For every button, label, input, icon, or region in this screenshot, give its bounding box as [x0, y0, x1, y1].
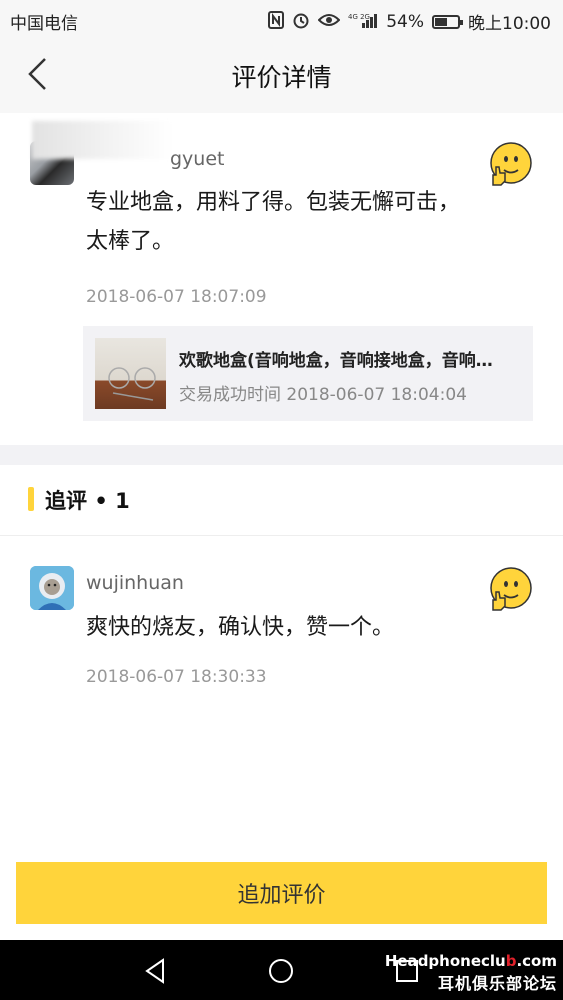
triangle-back-icon [145, 958, 164, 984]
status-icons: 4G 2G 54% 晚上10:00 [268, 9, 551, 34]
thumbs-up-emoji-icon [490, 142, 532, 186]
followup-review-card: wujinhuan 爽快的烧友，确认快，赞一个。 2018-06-07 18:3… [0, 536, 563, 836]
app-header: 评价详情 [0, 38, 563, 113]
watermark-site-mid: dphoneclu [417, 952, 506, 970]
product-card[interactable]: 欢歌地盒(音响地盒，音响接地盒，音响… 交易成功时间 2018-06-07 18… [83, 326, 533, 421]
username-mask [32, 121, 172, 159]
followup-text: 爽快的烧友，确认快，赞一个。 [86, 615, 395, 640]
status-bar: 中国电信 4G 2G 54% 晚上10:00 [0, 0, 563, 38]
watermark-site: Headphoneclub.com [385, 952, 557, 970]
username: gyuet [170, 148, 225, 170]
clock: 晚上10:00 [468, 14, 551, 34]
nfc-icon [268, 10, 285, 33]
review-card: gyuet 专业地盒，用料了得。包装无懈可击， 太棒了。 2018-06-07 … [0, 113, 563, 445]
trade-time: 交易成功时间 2018-06-07 18:04:04 [179, 385, 467, 405]
watermark: Headphoneclub.com 耳机俱乐部论坛 [385, 952, 557, 994]
circle-home-icon [269, 959, 293, 983]
battery-fill [435, 17, 447, 26]
followup-timestamp: 2018-06-07 18:30:33 [86, 667, 267, 687]
eye-icon [317, 12, 341, 32]
watermark-site-accent: b [505, 952, 517, 970]
add-review-button[interactable]: 追加评价 [16, 862, 547, 924]
alarm-icon [292, 11, 310, 33]
product-thumbnail [95, 338, 166, 409]
network-label: 4G 2G [348, 13, 370, 21]
avatar[interactable] [30, 566, 74, 610]
review-text-line: 专业地盒，用料了得。包装无懈可击， [86, 190, 461, 215]
system-back-button[interactable] [139, 954, 173, 988]
watermark-forum-name: 耳机俱乐部论坛 [437, 974, 557, 993]
followup-count: 1 [115, 489, 130, 513]
followup-section-header: 追评 • 1 [0, 465, 563, 536]
system-navigation-bar: Headphoneclub.com 耳机俱乐部论坛 [0, 940, 563, 1000]
review-timestamp: 2018-06-07 18:07:09 [86, 287, 267, 307]
page-title: 评价详情 [231, 63, 332, 92]
battery-icon [432, 14, 463, 29]
followup-label: 追评 [45, 489, 87, 513]
accent-bar [28, 487, 34, 511]
section-divider [0, 445, 563, 465]
followup-separator: • [94, 489, 108, 513]
followup-title: 追评 • 1 [45, 485, 130, 515]
watermark-site-pre: Hea [384, 952, 418, 970]
carrier-label: 中国电信 [10, 14, 78, 34]
signal-icon: 4G 2G [348, 11, 378, 33]
system-home-button[interactable] [264, 954, 298, 988]
review-text-line: 太棒了。 [86, 229, 175, 254]
watermark-site-post: .com [516, 952, 557, 970]
review-text: 专业地盒，用料了得。包装无懈可击， 太棒了。 [86, 183, 460, 261]
thumbs-up-emoji-icon [490, 567, 532, 611]
product-title: 欢歌地盒(音响地盒，音响接地盒，音响… [179, 351, 493, 371]
battery-percent: 54% [386, 11, 424, 32]
username: wujinhuan [86, 572, 184, 594]
